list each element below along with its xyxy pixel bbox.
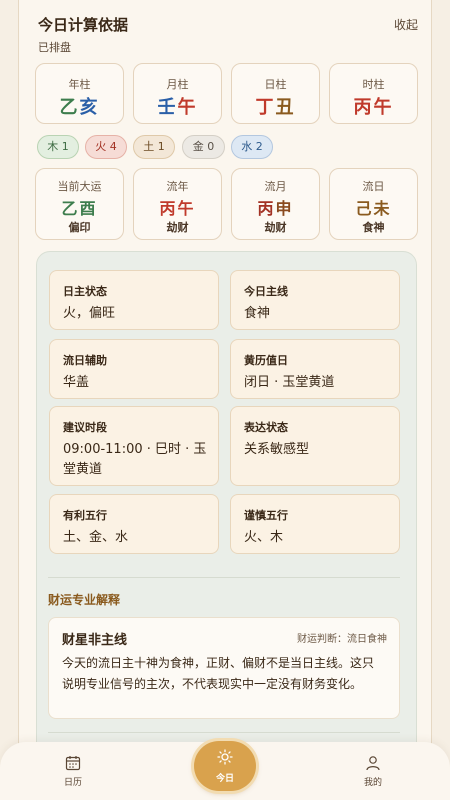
pillar-branch: 丑 bbox=[275, 97, 296, 118]
section-title: 今日计算依据 bbox=[38, 16, 129, 34]
luck-ganzhi: 丙申 bbox=[232, 195, 319, 219]
nav-today-button[interactable]: 今日 bbox=[194, 741, 256, 791]
luck-branch: 午 bbox=[177, 199, 196, 218]
info-box-main-line: 今日主线 食神 bbox=[230, 270, 400, 330]
basis-header: 今日计算依据 收起 bbox=[38, 14, 420, 36]
chart-status: 已排盘 bbox=[38, 41, 71, 54]
ten-god: 偏印 bbox=[68, 221, 91, 234]
pillar-stem: 乙 bbox=[59, 97, 80, 118]
info-value: 09:00-11:00 · 巳时 · 玉堂黄道 bbox=[63, 442, 207, 477]
wealth-body: 今天的流日主十神为食神，正财、偏财不是当日主线。这只说明专业信号的主次，不代表现… bbox=[62, 656, 375, 691]
luck-month: 流月 丙申 劫财 bbox=[231, 168, 320, 240]
pillar-branch: 午 bbox=[177, 97, 198, 118]
info-title: 今日主线 bbox=[244, 285, 288, 298]
luck-stem: 丙 bbox=[257, 199, 276, 218]
luck-ganzhi: 丙午 bbox=[134, 195, 221, 219]
calendar-icon bbox=[65, 756, 81, 771]
pillar-stem: 壬 bbox=[157, 97, 178, 118]
info-box-caution: 谨慎五行 火、木 bbox=[230, 494, 400, 554]
pillar-ganzhi: 乙亥 bbox=[36, 93, 123, 119]
info-value: 食神 bbox=[244, 306, 271, 321]
pillar-branch: 午 bbox=[373, 97, 394, 118]
info-title: 流日辅助 bbox=[63, 354, 107, 367]
divider bbox=[48, 577, 400, 578]
wealth-explanation-card: 财星非主线 财运判断：流日食神 今天的流日主十神为食神，正财、偏财不是当日主线。… bbox=[48, 617, 400, 719]
ten-god: 食神 bbox=[362, 221, 385, 234]
info-title: 日主状态 bbox=[63, 285, 107, 298]
luck-label: 流年 bbox=[166, 180, 189, 193]
luck-branch: 申 bbox=[275, 199, 294, 218]
ten-god: 劫财 bbox=[264, 221, 287, 234]
luck-branch: 酉 bbox=[79, 199, 98, 218]
info-box-favorable: 有利五行 土、金、水 bbox=[49, 494, 219, 554]
pillar-label: 年柱 bbox=[68, 78, 91, 91]
pillar-ganzhi: 丁丑 bbox=[232, 93, 319, 119]
info-value: 关系敏感型 bbox=[244, 442, 310, 457]
info-box-day-helper: 流日辅助 华盖 bbox=[49, 339, 219, 399]
info-title: 建议时段 bbox=[63, 421, 107, 434]
sun-icon bbox=[217, 749, 233, 765]
luck-label: 流月 bbox=[264, 180, 287, 193]
info-value: 闭日 · 玉堂黄道 bbox=[244, 375, 335, 390]
pillar-stem: 丙 bbox=[353, 97, 374, 118]
info-title: 表达状态 bbox=[244, 421, 288, 434]
nav-label: 我的 bbox=[363, 778, 382, 788]
ten-god: 劫财 bbox=[166, 221, 189, 234]
pillar-ganzhi: 丙午 bbox=[330, 93, 417, 119]
pillar-day: 日柱 丁丑 bbox=[231, 63, 320, 124]
element-chip-wood: 木 1 bbox=[37, 135, 79, 159]
nav-label: 日历 bbox=[63, 778, 82, 788]
info-title: 有利五行 bbox=[63, 509, 107, 522]
luck-label: 流日 bbox=[362, 180, 385, 193]
luck-branch: 未 bbox=[373, 199, 392, 218]
pillar-ganzhi: 壬午 bbox=[134, 93, 221, 119]
luck-stem: 丙 bbox=[159, 199, 178, 218]
luck-year: 流年 丙午 劫财 bbox=[133, 168, 222, 240]
element-chip-metal: 金 0 bbox=[182, 135, 225, 159]
element-chip-fire: 火 4 bbox=[85, 135, 127, 159]
nav-label: 今日 bbox=[215, 774, 234, 784]
wealth-card-title: 财星非主线 bbox=[62, 633, 128, 648]
info-value: 火、木 bbox=[244, 530, 284, 545]
pillar-stem: 丁 bbox=[255, 97, 276, 118]
info-value: 火，偏旺 bbox=[63, 306, 116, 321]
info-box-expression: 表达状态 关系敏感型 bbox=[230, 406, 400, 486]
wealth-judgment: 财运判断：流日食神 bbox=[297, 634, 387, 645]
nav-mine[interactable]: 我的 bbox=[343, 742, 403, 800]
info-value: 土、金、水 bbox=[63, 530, 129, 545]
pillar-year: 年柱 乙亥 bbox=[35, 63, 124, 124]
pillar-branch: 亥 bbox=[79, 97, 100, 118]
element-chip-earth: 土 1 bbox=[133, 135, 175, 159]
luck-ganzhi: 己未 bbox=[330, 195, 417, 219]
pillar-hour: 时柱 丙午 bbox=[329, 63, 418, 124]
luck-stem: 乙 bbox=[61, 199, 80, 218]
luck-stem: 己 bbox=[355, 199, 374, 218]
luck-day: 流日 己未 食神 bbox=[329, 168, 418, 240]
info-value: 华盖 bbox=[63, 375, 90, 390]
pillar-label: 日柱 bbox=[264, 78, 287, 91]
info-box-time-slot: 建议时段 09:00-11:00 · 巳时 · 玉堂黄道 bbox=[49, 406, 219, 486]
divider bbox=[48, 732, 400, 733]
wealth-section-title: 财运专业解释 bbox=[48, 593, 121, 607]
luck-decade: 当前大运 乙酉 偏印 bbox=[35, 168, 124, 240]
info-box-day-master: 日主状态 火，偏旺 bbox=[49, 270, 219, 330]
element-chip-water: 水 2 bbox=[231, 135, 273, 159]
collapse-button[interactable]: 收起 bbox=[394, 16, 418, 33]
info-title: 谨慎五行 bbox=[244, 509, 288, 522]
pillar-month: 月柱 壬午 bbox=[133, 63, 222, 124]
luck-ganzhi: 乙酉 bbox=[36, 195, 123, 219]
info-box-almanac: 黄历值日 闭日 · 玉堂黄道 bbox=[230, 339, 400, 399]
luck-label: 当前大运 bbox=[57, 180, 102, 193]
user-icon bbox=[366, 756, 380, 771]
pillar-label: 月柱 bbox=[166, 78, 189, 91]
info-title: 黄历值日 bbox=[244, 354, 288, 367]
nav-calendar[interactable]: 日历 bbox=[43, 742, 103, 800]
pillar-label: 时柱 bbox=[362, 78, 385, 91]
